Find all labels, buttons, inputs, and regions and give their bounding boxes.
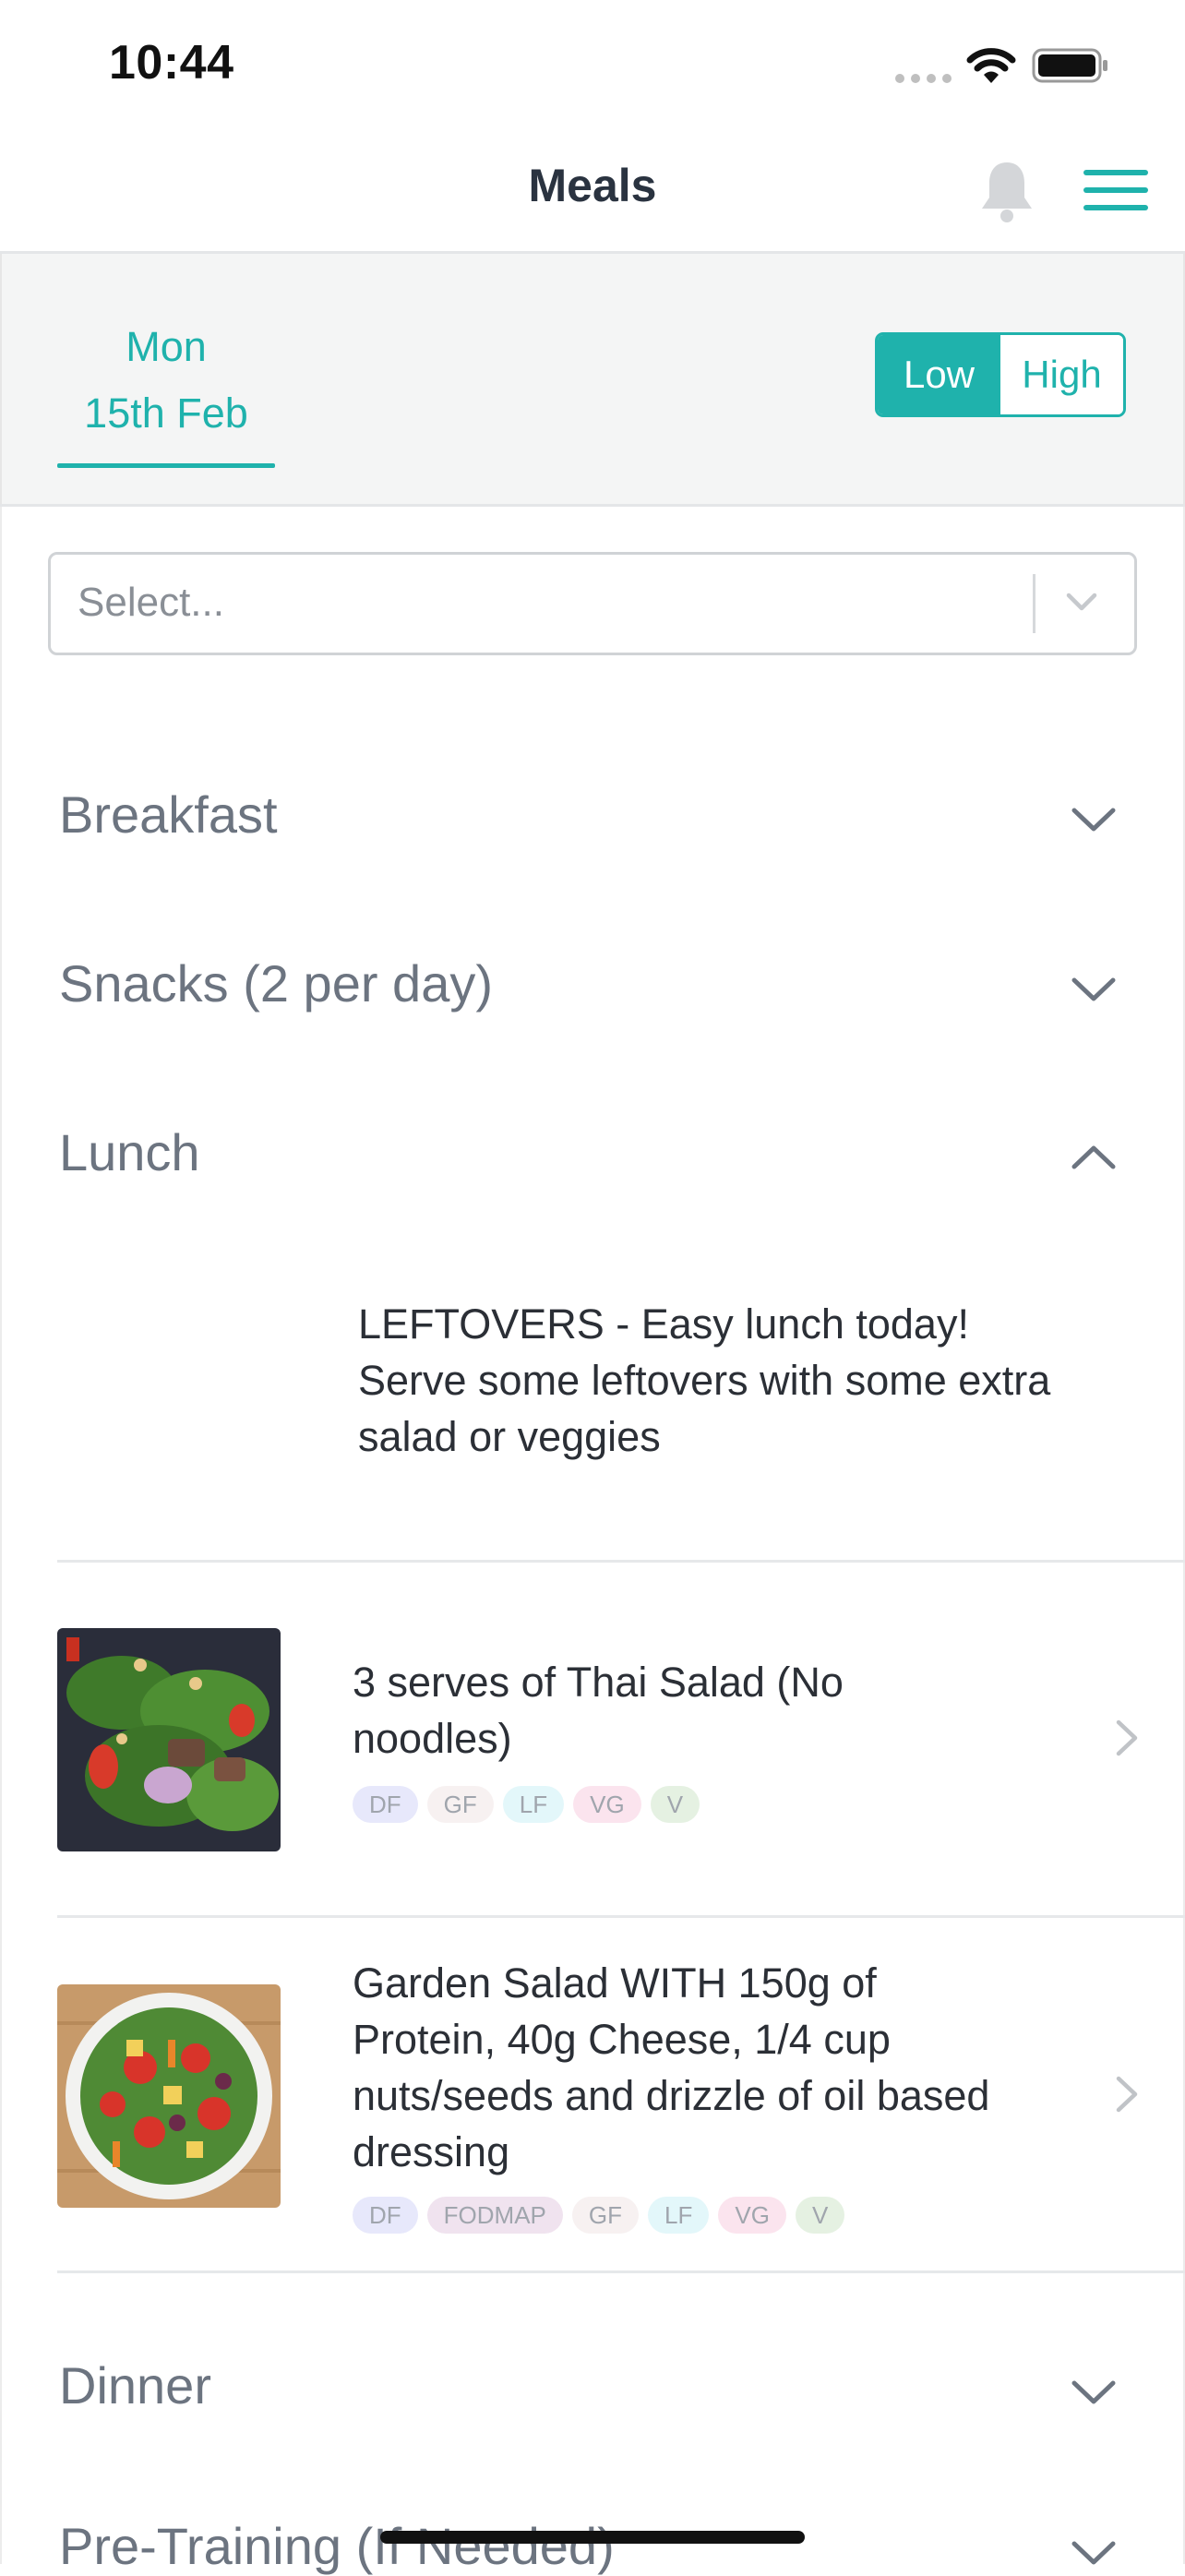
tag-df: DF xyxy=(353,2197,418,2234)
select-placeholder: Select... xyxy=(78,580,224,625)
chevron-down-icon[interactable] xyxy=(1069,2529,1119,2575)
chevron-up-icon[interactable] xyxy=(1069,1133,1119,1180)
meal-title-thai-salad[interactable]: 3 serves of Thai Salad (No noodles) xyxy=(353,1654,999,1767)
menu-icon[interactable] xyxy=(1083,170,1148,222)
tag-gf: GF xyxy=(571,2197,640,2234)
section-pre-training[interactable]: Pre-Training (If Needed) xyxy=(59,2516,615,2576)
tag-gf: GF xyxy=(426,1786,494,1823)
meal-tags: DF GF LF VG V xyxy=(353,1786,700,1823)
select-separator xyxy=(1033,574,1035,633)
tag-lf: LF xyxy=(648,2197,710,2234)
day-tab[interactable]: Mon 15th Feb xyxy=(57,314,275,447)
notification-bell-icon[interactable] xyxy=(978,159,1035,223)
chevron-down-icon[interactable] xyxy=(1069,965,1119,1012)
section-snacks[interactable]: Snacks (2 per day) xyxy=(59,953,493,1013)
meal-tags: DF FODMAP GF LF VG V xyxy=(353,2197,845,2234)
status-time: 10:44 xyxy=(109,36,234,90)
tag-vg: VG xyxy=(718,2197,786,2234)
day-tab-date: 15th Feb xyxy=(84,389,248,437)
day-tab-weekday: Mon xyxy=(126,323,207,370)
home-indicator[interactable] xyxy=(380,2531,805,2544)
tag-vg: VG xyxy=(573,1786,641,1823)
low-toggle-button[interactable]: Low xyxy=(878,335,1000,414)
meal-thumbnail-garden-salad[interactable] xyxy=(57,1984,281,2208)
intensity-toggle: Low High xyxy=(875,332,1126,417)
day-bar-divider xyxy=(0,504,1185,507)
tag-lf: LF xyxy=(502,1786,565,1823)
section-breakfast[interactable]: Breakfast xyxy=(59,785,278,845)
section-dinner[interactable]: Dinner xyxy=(59,2355,211,2415)
tag-fodmap: FODMAP xyxy=(426,2197,563,2234)
chevron-down-icon[interactable] xyxy=(1061,581,1102,622)
tag-v: V xyxy=(795,2197,845,2234)
divider xyxy=(57,1915,1185,1918)
chevron-down-icon[interactable] xyxy=(1069,796,1119,842)
chevron-down-icon[interactable] xyxy=(1069,2368,1119,2414)
cellular-signal-icon xyxy=(895,74,952,83)
meal-thumbnail-thai-salad[interactable] xyxy=(57,1628,281,1851)
section-lunch[interactable]: Lunch xyxy=(59,1122,200,1182)
meal-title-garden-salad[interactable]: Garden Salad WITH 150g of Protein, 40g C… xyxy=(353,1955,999,2180)
chevron-right-icon[interactable] xyxy=(1107,1715,1144,1761)
left-edge xyxy=(0,507,2,2564)
lunch-note: LEFTOVERS - Easy lunch today! Serve some… xyxy=(358,1300,1051,1460)
tag-v: V xyxy=(650,1786,700,1823)
divider xyxy=(57,1560,1185,1563)
day-tab-underline xyxy=(57,463,275,468)
chevron-right-icon[interactable] xyxy=(1107,2071,1144,2117)
divider xyxy=(57,2270,1185,2273)
tag-df: DF xyxy=(353,1786,418,1823)
high-toggle-button[interactable]: High xyxy=(1000,335,1123,414)
wifi-icon xyxy=(966,48,1016,83)
battery-icon xyxy=(1032,48,1107,83)
